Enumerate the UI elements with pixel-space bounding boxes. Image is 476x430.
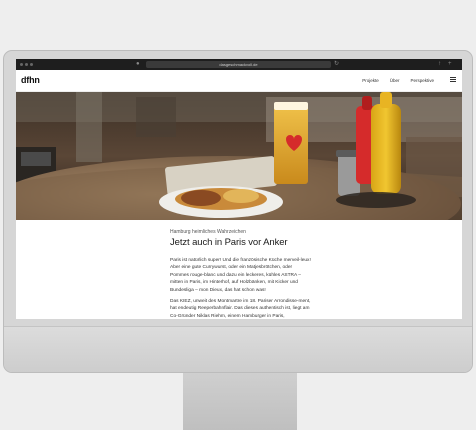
site-header: dfhn Projekte Über Perspektive (16, 70, 462, 92)
article-paragraph: Paris ist natürlich super! Und die franz… (170, 258, 311, 293)
new-tab-icon[interactable]: + (448, 61, 452, 67)
imac-monitor: ● dasgeschmackvoll.de ↻ ↑ + dfhn Projekt… (3, 50, 473, 373)
article: Hamburg heimliches Wahrzeichen Jetzt auc… (170, 229, 312, 319)
nav-item-perspektive[interactable]: Perspektive (410, 78, 434, 83)
minimize-dot-icon[interactable] (25, 63, 28, 66)
article-headline: Jetzt auch in Paris vor Anker (170, 237, 288, 248)
zoom-dot-icon[interactable] (30, 63, 33, 66)
monitor-chin (4, 326, 472, 372)
address-bar[interactable]: dasgeschmackvoll.de (146, 61, 331, 68)
site-nav: Projekte Über Perspektive (362, 78, 434, 83)
reload-icon[interactable]: ↻ (334, 61, 339, 67)
share-icon[interactable]: ↑ (438, 61, 441, 67)
browser-toolbar: ● dasgeschmackvoll.de ↻ ↑ + (16, 59, 462, 70)
menu-icon[interactable] (450, 77, 456, 82)
monitor-stand (183, 373, 297, 430)
site-logo[interactable]: dfhn (21, 75, 40, 85)
browser-window: ● dasgeschmackvoll.de ↻ ↑ + dfhn Projekt… (16, 59, 462, 319)
nav-item-ueber[interactable]: Über (390, 78, 400, 83)
shield-icon: ● (136, 61, 140, 67)
window-controls[interactable] (20, 63, 33, 66)
article-kicker: Hamburg heimliches Wahrzeichen (170, 229, 246, 235)
close-dot-icon[interactable] (20, 63, 23, 66)
nav-item-projekte[interactable]: Projekte (362, 78, 379, 83)
article-paragraph: Das KIEZ, unweit des Montmartre im 18. P… (170, 299, 311, 319)
hero-image (16, 92, 462, 220)
